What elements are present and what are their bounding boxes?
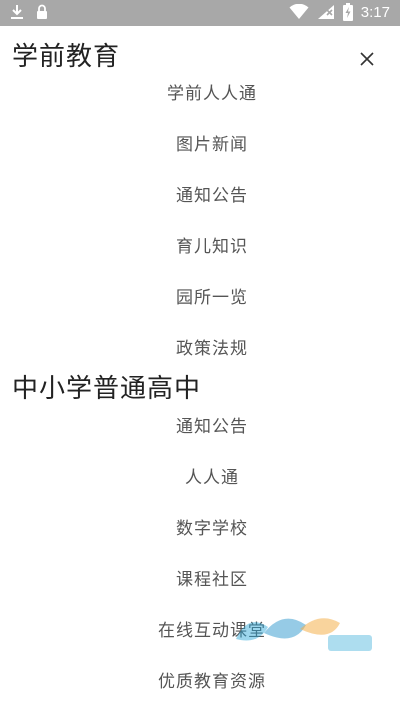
section-title-preschool: 学前教育 xyxy=(12,42,121,72)
status-bar: 3:17 xyxy=(0,0,400,26)
signal-icon xyxy=(317,4,335,20)
menu-item-picture-news[interactable]: 图片新闻 xyxy=(0,130,400,155)
menu-item-kindergartens[interactable]: 园所一览 xyxy=(0,283,400,308)
menu-item-rrt[interactable]: 人人通 xyxy=(0,463,400,488)
menu-item-course-community[interactable]: 课程社区 xyxy=(0,565,400,590)
menu-page: 学前教育 学前人人通 图片新闻 通知公告 育儿知识 园所一览 政策法规 中小学普… xyxy=(0,26,400,711)
menu-item-preschool-rrt[interactable]: 学前人人通 xyxy=(0,79,400,104)
section-title-k12: 中小学普通高中 xyxy=(12,374,202,404)
menu-item-k12-notice[interactable]: 通知公告 xyxy=(0,412,400,437)
wifi-icon xyxy=(289,4,309,20)
menu-item-quality-resources[interactable]: 优质教育资源 xyxy=(0,667,400,692)
download-icon xyxy=(10,4,24,20)
menu-item-notice[interactable]: 通知公告 xyxy=(0,181,400,206)
menu-item-parenting[interactable]: 育儿知识 xyxy=(0,232,400,257)
watermark-logo xyxy=(228,605,378,655)
close-button[interactable] xyxy=(358,50,376,68)
menu-item-digital-school[interactable]: 数字学校 xyxy=(0,514,400,539)
close-icon xyxy=(360,52,374,66)
battery-charging-icon xyxy=(342,3,353,21)
lock-icon xyxy=(36,4,48,20)
status-time: 3:17 xyxy=(360,3,390,21)
menu-item-policies[interactable]: 政策法规 xyxy=(0,334,400,359)
